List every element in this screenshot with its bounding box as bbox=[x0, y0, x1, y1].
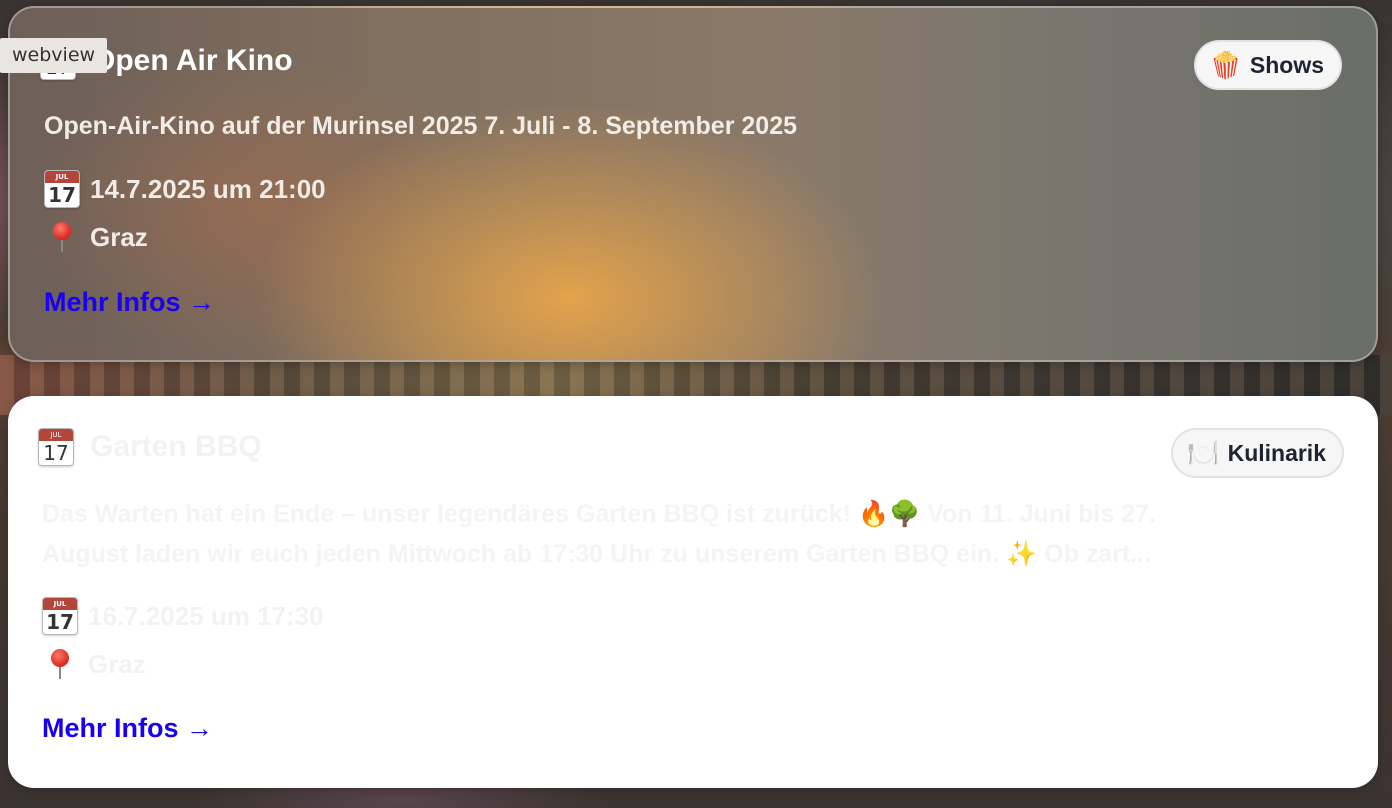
event-title-row: JUL 17 Garten BBQ bbox=[38, 428, 262, 466]
event-date-row: JUL 17 16.7.2025 um 17:30 bbox=[42, 596, 324, 636]
event-description-line-1: Das Warten hat ein Ende – unser legendär… bbox=[42, 500, 1156, 528]
event-card-open-air-kino[interactable]: JUL 17 Open Air Kino 🍿 Shows Open-Air-Ki… bbox=[8, 6, 1378, 362]
event-card-garten-bbq[interactable]: JUL 17 Garten BBQ 🍽️ Kulinarik Das Warte… bbox=[8, 396, 1378, 788]
location-pin-icon bbox=[44, 217, 80, 257]
category-label: Shows bbox=[1249, 51, 1324, 78]
event-location-row: Graz bbox=[44, 217, 148, 257]
category-label: Kulinarik bbox=[1227, 439, 1326, 466]
calendar-icon: JUL 17 bbox=[38, 428, 74, 466]
event-location: Graz bbox=[90, 222, 148, 252]
plate-cutlery-icon: 🍽️ bbox=[1187, 438, 1220, 468]
event-location-row: Graz bbox=[42, 644, 146, 684]
calendar-icon: JUL 17 bbox=[42, 597, 78, 635]
webview-debug-tag: webview bbox=[0, 38, 108, 73]
event-description: Open-Air-Kino auf der Murinsel 2025 7. J… bbox=[44, 112, 798, 140]
category-badge-shows[interactable]: 🍿 Shows bbox=[1193, 40, 1342, 90]
location-pin-icon bbox=[42, 644, 78, 684]
event-date: 16.7.2025 um 17:30 bbox=[88, 601, 324, 631]
event-date: 14.7.2025 um 21:00 bbox=[90, 174, 326, 204]
category-badge-kulinarik[interactable]: 🍽️ Kulinarik bbox=[1171, 428, 1344, 478]
event-title: Open Air Kino bbox=[92, 44, 293, 77]
event-location: Graz bbox=[88, 649, 146, 679]
more-info-link[interactable]: Mehr Infos → bbox=[42, 710, 213, 746]
event-title: Garten BBQ bbox=[90, 430, 262, 463]
event-description-line-2: August laden wir euch jeden Mittwoch ab … bbox=[42, 540, 1152, 568]
event-date-row: JUL 17 14.7.2025 um 21:00 bbox=[44, 169, 326, 209]
popcorn-icon: 🍿 bbox=[1209, 50, 1242, 80]
calendar-icon: JUL 17 bbox=[44, 170, 80, 208]
more-info-link[interactable]: Mehr Infos → bbox=[44, 284, 215, 320]
